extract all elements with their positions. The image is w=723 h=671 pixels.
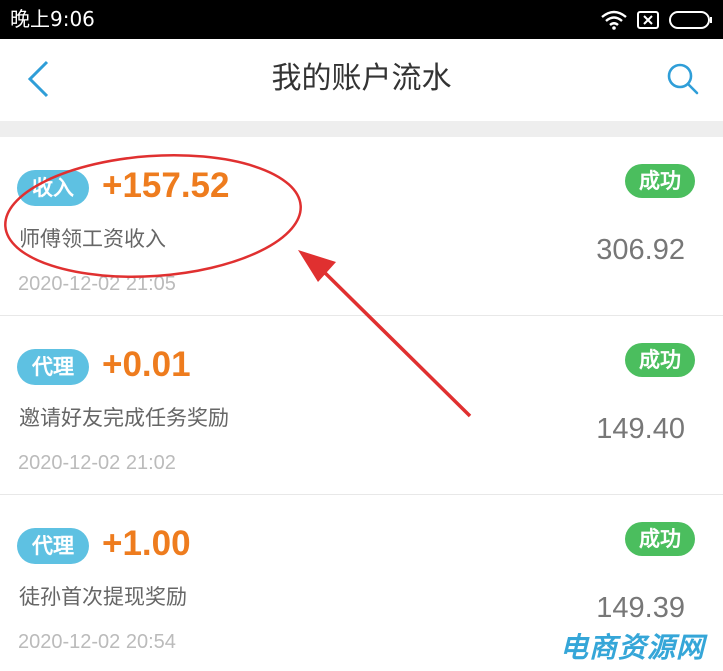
description: 徒孙首次提现奖励 (19, 585, 187, 609)
search-button[interactable] (661, 57, 705, 101)
transaction-list: 收入 +157.52 成功 师傅领工资收入 306.92 2020-12-02 … (0, 137, 723, 671)
transaction-row[interactable]: 收入 +157.52 成功 师傅领工资收入 306.92 2020-12-02 … (0, 137, 723, 316)
page-title: 我的账户流水 (271, 61, 452, 96)
description: 师傅领工资收入 (19, 227, 166, 251)
no-sim-icon (637, 11, 659, 29)
type-tag: 收入 (17, 170, 89, 206)
battery-icon (669, 11, 712, 29)
wifi-icon (601, 10, 627, 30)
balance: 149.39 (596, 592, 685, 624)
status-badge: 成功 (625, 164, 695, 198)
search-icon (667, 63, 699, 95)
status-bar: 晚上9:06 (0, 0, 723, 39)
timestamp: 2020-12-02 21:02 (18, 452, 176, 474)
status-badge: 成功 (625, 522, 695, 556)
type-tag: 代理 (17, 349, 89, 385)
type-tag: 代理 (17, 528, 89, 564)
amount: +0.01 (102, 345, 191, 384)
amount: +1.00 (102, 524, 191, 563)
transaction-row[interactable]: 代理 +0.01 成功 邀请好友完成任务奖励 149.40 2020-12-02… (0, 316, 723, 495)
watermark-logo: 电商资源网 (559, 631, 705, 664)
account-statement-screen: 晚上9:06 我的账户流水 收入 +157.52 成功 师傅领工资收入 306.… (0, 0, 723, 671)
status-icons (601, 9, 713, 31)
balance: 149.40 (596, 413, 685, 445)
timestamp: 2020-12-02 21:05 (18, 273, 176, 295)
nav-bar: 我的账户流水 (0, 39, 723, 121)
status-time: 晚上9:06 (10, 7, 95, 31)
amount: +157.52 (102, 166, 230, 205)
timestamp: 2020-12-02 20:54 (18, 631, 176, 653)
nav-separator (0, 121, 723, 137)
status-badge: 成功 (625, 343, 695, 377)
description: 邀请好友完成任务奖励 (19, 406, 229, 430)
balance: 306.92 (596, 234, 685, 266)
